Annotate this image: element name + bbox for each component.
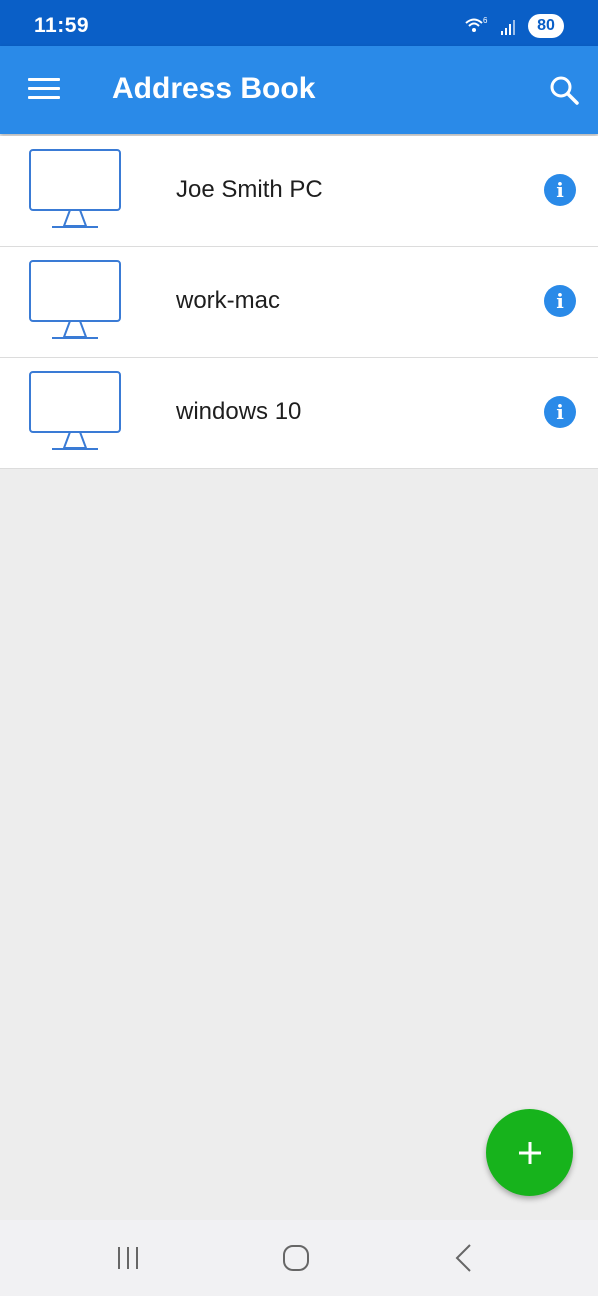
monitor-icon [29, 149, 121, 228]
signal-icon [501, 20, 515, 35]
search-icon[interactable] [546, 72, 582, 108]
svg-text:6: 6 [483, 16, 488, 25]
monitor-icon [29, 371, 121, 450]
page-title: Address Book [112, 72, 316, 105]
back-icon[interactable] [444, 1240, 484, 1276]
hamburger-menu-icon[interactable] [28, 78, 60, 102]
battery-badge: 80 [528, 14, 564, 38]
device-row[interactable]: work-mac i [0, 247, 598, 358]
monitor-icon [29, 260, 121, 339]
info-icon[interactable]: i [544, 285, 576, 317]
device-name: work-mac [176, 287, 281, 314]
app-bar: Address Book [0, 46, 598, 134]
info-icon[interactable]: i [544, 174, 576, 206]
device-name: Joe Smith PC [176, 176, 323, 203]
device-name: windows 10 [176, 398, 302, 425]
plus-icon [518, 1141, 541, 1164]
info-icon[interactable]: i [544, 396, 576, 428]
home-icon[interactable] [276, 1240, 316, 1276]
device-list: Joe Smith PC i work-mac i windows 10 i [0, 136, 598, 469]
add-device-button[interactable] [486, 1109, 573, 1196]
status-time: 11:59 [34, 14, 90, 37]
system-nav-bar [0, 1220, 598, 1296]
recents-icon[interactable] [108, 1240, 148, 1276]
wifi-icon: 6 [465, 16, 488, 32]
device-row[interactable]: Joe Smith PC i [0, 136, 598, 247]
status-bar: 11:59 6 80 [0, 0, 598, 46]
device-row[interactable]: windows 10 i [0, 358, 598, 469]
